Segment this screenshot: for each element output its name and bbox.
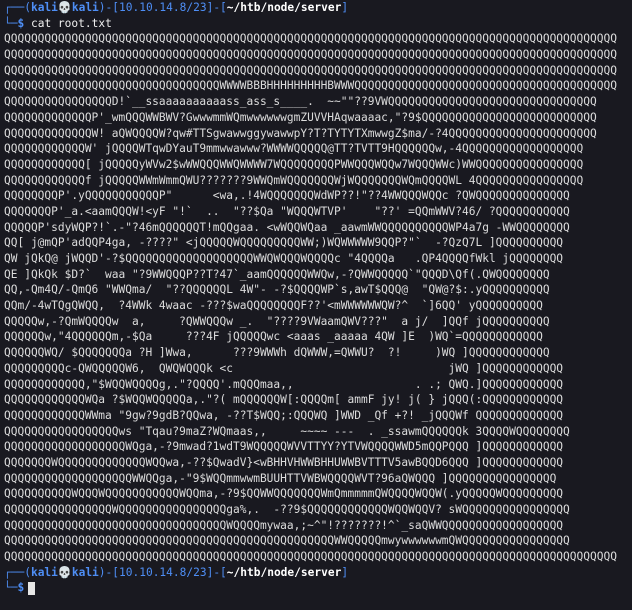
ascii-art-line: QQQQQQQQQQQQQQQQD!`__ssaaaaaaaaaass_ass_… <box>4 95 597 109</box>
prompt-line-top: ┌──(kali💀kali)-[10.10.14.8/23]-[~/htb/no… <box>4 0 628 16</box>
prompt-separator: )-[ <box>98 565 120 579</box>
command-text: cat root.txt <box>30 16 112 30</box>
ascii-art-line: QQQQQQQQQQQQQQQQQQQQQQQQQQQQQQQQQWQQQQmy… <box>4 518 564 532</box>
ascii-art-line: QQQQQQQQP'.yQQQQQQQQQQQP" <wa,.!4WQQQQQQ… <box>4 189 570 203</box>
prompt-box-bottom: └─ <box>4 16 18 30</box>
ascii-art-line: QQQQQQQQQQQQQW! aQWQQQQW?qw#TTSgwawwggyw… <box>4 126 597 140</box>
ascii-art-line: QQQQQQQQQQQQQQQQQQQQQQQQQQQQQQQQQQQQQQQQ… <box>4 63 617 77</box>
prompt-box-top: ┌──( <box>4 1 31 14</box>
ascii-art-line: QQQQQQQQQQQQQQQQQQQQQQQQQQQQQQQQQQQQQQQQ… <box>4 550 617 564</box>
ascii-art-line: QQQQQQWQ/ $QQQQQQQa ?H ]Wwa, ???9WWWh dQ… <box>4 346 550 360</box>
ascii-art-line: QQ[ j@mQP'adQQP4ga, -????" <jQQQQQWQQQQQ… <box>4 236 564 250</box>
prompt-ip: 10.10.14.8/23 <box>119 565 207 579</box>
ascii-art-line: QQQQQQQQQc-QWQQQQQW6, QWQWQQQk <c jWQ ]Q… <box>4 361 564 375</box>
ascii-art-line: QQQQQQQQQQQQQQQQQQQQQQQQQQQQQQQQWWWWBBBH… <box>4 79 617 93</box>
ascii-art-line: QQQQQQQP'_a.<aamQQQW!<yF "!` .. "??$Qa "… <box>4 204 570 218</box>
ascii-art-line: QQQQQQQQQQQQQQQQQQQQQQQQQQQQQQQQQQQQQQQQ… <box>4 48 617 62</box>
ascii-art-line: QQQQQQQQQQQQ[ jQQQQQyWVw2$wWWQQQWWQWWWW7… <box>4 157 584 171</box>
ascii-art-line: QQQQQQQQQQWQQQWQQQQQQQQQQQWQQma,-?9$QQWW… <box>4 487 564 501</box>
command-line: └─$ cat root.txt <box>4 16 628 32</box>
prompt-user: kali <box>30 1 58 14</box>
ascii-art-line: QQQQQQQQQQQQ,"$WQQWQQQQg,."?QQQQ'.mQQQma… <box>4 377 564 391</box>
prompt-path: ~/htb/node/server <box>226 565 342 579</box>
ascii-art-line: QQQQQQQQQQQQWQa ?$WQQWQQQQQa,."?( mQQQQQ… <box>4 393 564 407</box>
skull-icon: 💀 <box>57 565 72 579</box>
ascii-art-line: QE ]QkQk $D?` waa "?9WWQQQP??T?47`_aamQQ… <box>4 267 550 281</box>
ascii-art-line: QQQQQQQQQQQQQQQQQQQQQQQQQQQQQQQQQQQQQQQQ… <box>4 534 570 548</box>
ascii-art-line: QQQQQQw,"4QQQQQQm,-$Qa ???4F jQQQQQwc <a… <box>4 330 543 344</box>
prompt-host: kali <box>71 1 99 14</box>
ascii-art-line: QQQQQQQQQQQQQQQQQQWQga,-?9mwad?1wdT9WQQQ… <box>4 440 564 454</box>
ascii-art-line: QQQQQP'sdyWQP?!`.-"?46mQQQQQQT!mQQgaa. <… <box>4 220 570 234</box>
ascii-art-line: QQ,-Qm4Q/-QmQ6 "WWQma/ "??QQQQQQL 4W"- -… <box>4 283 550 297</box>
ascii-art-line: QQm/-4wTQgQWQQ, ?4WWk 4waac -???$waQQQQQ… <box>4 299 543 313</box>
ascii-art-line: QQQQQw,-?QmWQQQQw a, ?QWWQQQw _. "????9V… <box>4 314 550 328</box>
prompt-ip: 10.10.14.8/23 <box>119 1 207 14</box>
prompt-box-top: ┌──( <box>4 565 31 579</box>
ascii-art-line: QQQQQQQQQQQQf jQQQQQWWmWmmQWU???????9WWQ… <box>4 173 584 187</box>
prompt-user: kali <box>30 565 58 579</box>
ascii-art-output: QQQQQQQQQQQQQQQQQQQQQQQQQQQQQQQQQQQQQQQQ… <box>4 31 628 564</box>
ascii-art-line: QQQQQQQQQQQQWWma "9gw?9gdB?QQwa, -??T$WQ… <box>4 408 564 422</box>
prompt-separator: )-[ <box>98 1 120 14</box>
prompt-line-top-2: ┌──(kali💀kali)-[10.10.14.8/23]-[~/htb/no… <box>4 565 628 581</box>
text-cursor[interactable] <box>28 581 36 595</box>
prompt-separator-2: ]-[ <box>206 565 227 579</box>
ascii-art-line: QQQQQQQQQQQQW' jQQQQWTqwDYauT9mmwwawww?W… <box>4 142 584 156</box>
ascii-art-line: QQQQQQQQQQQQQQQQQQQWWQQga,-"9$WQQmmwwmBU… <box>4 471 557 485</box>
terminal-window[interactable]: ┌──(kali💀kali)-[10.10.14.8/23]-[~/htb/no… <box>4 0 628 596</box>
skull-icon: 💀 <box>57 1 72 14</box>
prompt-path: ~/htb/node/server <box>226 1 342 14</box>
prompt-dollar: $ <box>17 16 25 30</box>
prompt-dollar: $ <box>17 581 25 595</box>
ascii-art-line: QQQQQQQQQQQQQQQQQws "Tqau?9maZ?WQmaas,, … <box>4 424 570 438</box>
ascii-art-line: QW jQkQ@ jWQQD'-?$QQQQQQQQQQQQQQQQQQQWWQ… <box>4 252 564 265</box>
prompt-box-bottom: └─ <box>4 581 18 595</box>
prompt-separator-2: ]-[ <box>206 1 227 14</box>
ascii-art-line: QQQQQQQQQQQQQQQQQQQQQQQQQQQQQQQQQQQQQQQQ… <box>4 32 617 46</box>
ascii-art-line: QQQQQQQQQQQQQQQQWQQQQQQQQQQQQQQQQga%,. -… <box>4 503 570 516</box>
ascii-art-line: QQQQQQQQQQQQQP'_wmQQQWWBWV?GwwwmmWQmwwww… <box>4 110 597 124</box>
prompt-bracket-end: ] <box>341 565 349 579</box>
prompt-host: kali <box>71 565 99 579</box>
input-line[interactable]: └─$ <box>4 580 628 596</box>
prompt-bracket-end: ] <box>341 1 349 14</box>
ascii-art-line: QQQQQQQWQQQQQQQQQQQQQWQQwa,-??$QwadV}<wB… <box>4 455 564 469</box>
